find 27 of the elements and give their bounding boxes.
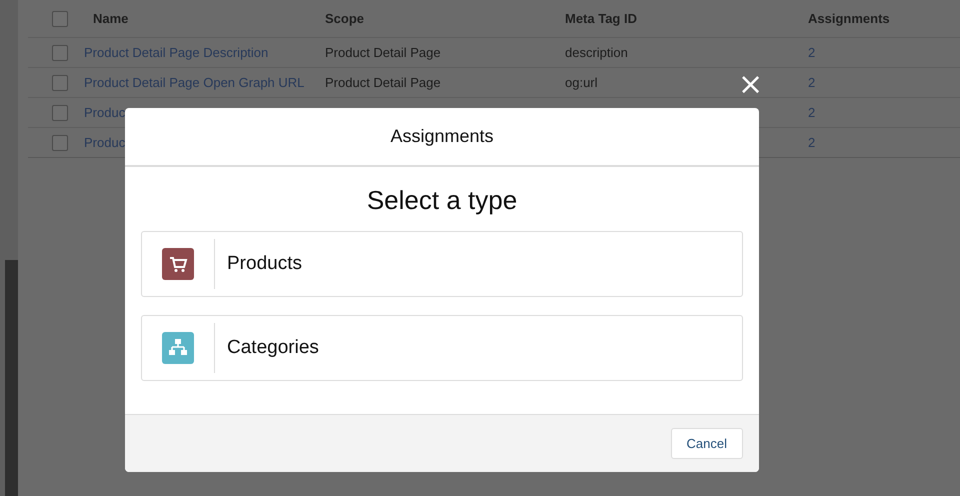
name-link[interactable]: Product Detail Page Description [84, 45, 268, 60]
table-cell: og:url [565, 75, 598, 90]
assignments-link[interactable]: 2 [808, 105, 816, 120]
close-button[interactable]: × [738, 72, 764, 98]
column-header: Meta Tag ID [565, 11, 638, 26]
assignments-link[interactable]: 2 [808, 135, 816, 150]
name-link[interactable]: Product Detail Page Open Graph URL [84, 75, 304, 90]
name-link[interactable]: Produc [84, 135, 126, 150]
table-cell: description [565, 45, 628, 60]
assignments-link[interactable]: 2 [808, 75, 816, 90]
type-option[interactable]: Products [141, 231, 743, 297]
type-option[interactable]: Categories [141, 315, 743, 381]
column-header: Assignments [808, 11, 891, 26]
row-checkbox[interactable] [52, 74, 68, 90]
row-checkbox[interactable] [52, 44, 68, 60]
column-header: Scope [325, 11, 366, 26]
row-checkbox[interactable] [52, 134, 68, 150]
table-cell: Product Detail Page [325, 75, 441, 90]
column-header: Name [92, 11, 130, 26]
table-cell: Product Detail Page [325, 45, 441, 60]
select-all-checkbox[interactable] [52, 10, 68, 26]
modal-heading: Select a type [366, 185, 518, 216]
name-link[interactable]: Produc [84, 105, 126, 120]
row-checkbox[interactable] [52, 104, 68, 120]
assignments-link[interactable]: 2 [808, 45, 816, 60]
modal-title: Assignments [390, 126, 494, 147]
cancel-button[interactable]: Cancel [670, 428, 743, 459]
